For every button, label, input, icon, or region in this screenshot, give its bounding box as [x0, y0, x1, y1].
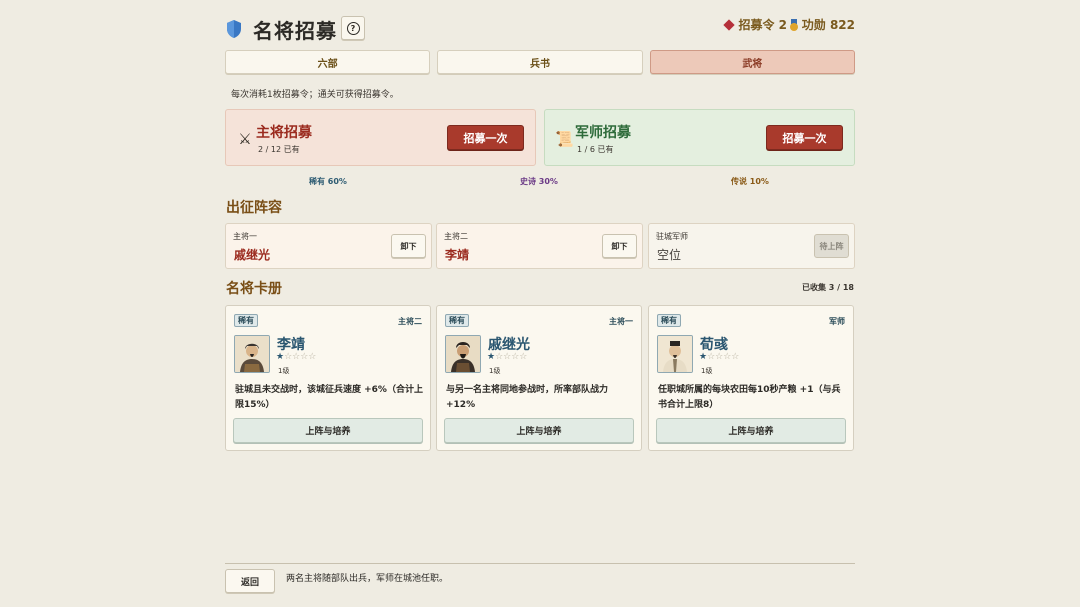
lineup-slot-advisor[interactable]: 驻城军师 空位 待上阵 — [648, 223, 855, 269]
recruit-note: 每次消耗1枚招募令；通关可获得招募令。 — [231, 90, 399, 100]
page-title: 名将招募 — [253, 19, 337, 43]
medal-icon — [789, 18, 799, 31]
unequip-button[interactable]: 卸下 — [391, 234, 426, 258]
role-label: 主将一 — [609, 317, 633, 326]
advisor-recruit-count: 1 / 6 已有 — [577, 145, 614, 154]
deploy-train-button[interactable]: 上阵与培养 — [233, 418, 423, 443]
diamond-icon — [723, 18, 736, 31]
crossed-swords-icon: ⚔ — [238, 130, 252, 148]
rate-epic: 史诗 30% — [520, 177, 558, 186]
star-rating: ★☆☆☆☆ — [276, 352, 317, 362]
tab-bingshu[interactable]: 兵书 — [437, 50, 643, 74]
card-name: 荀彧 — [700, 337, 728, 353]
rarity-rates: 稀有 60% 史诗 30% 传说 10% — [225, 176, 855, 188]
deploy-train-button[interactable]: 上阵与培养 — [656, 418, 846, 443]
portrait-avatar — [657, 335, 693, 373]
rarity-badge: 稀有 — [657, 314, 681, 327]
advisor-card-xunyu[interactable]: 稀有 军师 荀彧 ★☆☆☆☆ 1级 任职城所属的每块农田每10秒产粮 +1（与兵… — [648, 305, 854, 451]
advisor-recruit-panel: 📜 军师招募 1 / 6 已有 招募一次 — [544, 109, 855, 166]
card-description: 任职城所属的每块农田每10秒产粮 +1（与兵书合计上限8） — [658, 385, 841, 410]
deploy-train-button[interactable]: 上阵与培养 — [444, 418, 634, 443]
collected-count: 已收集 3 / 18 — [802, 283, 854, 292]
merit-label: 功勋 822 — [801, 18, 855, 32]
rate-rare: 稀有 60% — [309, 177, 347, 186]
advisor-recruit-title: 军师招募 — [575, 125, 631, 141]
help-button[interactable]: ? — [341, 16, 365, 40]
category-tabs: 六部 兵书 武将 — [225, 50, 855, 74]
lineup-slot-general-2[interactable]: 主将二 李靖 卸下 — [436, 223, 643, 269]
general-recruit-title: 主将招募 — [256, 125, 312, 141]
role-label: 主将二 — [398, 317, 422, 326]
card-level: 1级 — [278, 367, 290, 375]
card-level: 1级 — [701, 367, 713, 375]
star-rating: ★☆☆☆☆ — [487, 352, 528, 362]
card-description: 驻城且未交战时，该城征兵速度 +6%（合计上限15%） — [235, 385, 423, 410]
general-card-lijing[interactable]: 稀有 主将二 李靖 ★☆☆☆☆ 1级 驻城且未交战时，该城征兵速度 +6%（合计… — [225, 305, 431, 451]
card-name: 李靖 — [277, 337, 305, 353]
general-card-qijiguang[interactable]: 稀有 主将一 戚继光 ★☆☆☆☆ 1级 与另一名主将同地参战时，所率部队战力 +… — [436, 305, 642, 451]
header: 名将招募 ? 招募令 2 功勋 822 — [225, 12, 855, 44]
recruit-token-counter: 招募令 2 — [723, 16, 787, 33]
tab-wujiang[interactable]: 武将 — [649, 50, 855, 74]
slot-name: 戚继光 — [234, 248, 271, 262]
card-name: 戚继光 — [488, 337, 530, 353]
portrait-avatar — [445, 335, 481, 373]
card-album-title: 名将卡册 — [226, 281, 282, 297]
question-icon: ? — [346, 21, 360, 35]
unequip-button[interactable]: 卸下 — [602, 234, 637, 258]
slot-label: 主将一 — [233, 232, 257, 241]
lineup-title: 出征阵容 — [226, 200, 282, 216]
back-button[interactable]: 返回 — [225, 569, 275, 593]
role-label: 军师 — [829, 317, 845, 326]
card-level: 1级 — [489, 367, 501, 375]
general-recruit-button[interactable]: 招募一次 — [447, 125, 524, 150]
portrait-avatar — [234, 335, 270, 373]
rarity-badge: 稀有 — [234, 314, 258, 327]
general-recruit-panel: ⚔ 主将招募 2 / 12 已有 招募一次 — [225, 109, 536, 166]
footer-note: 两名主将随部队出兵，军师在城池任职。 — [286, 574, 449, 584]
recruit-token-label: 招募令 2 — [738, 18, 787, 32]
slot-label: 驻城军师 — [656, 232, 688, 241]
shield-icon — [227, 20, 241, 38]
advisor-recruit-button[interactable]: 招募一次 — [766, 125, 843, 150]
rate-legendary: 传说 10% — [731, 177, 769, 186]
card-description: 与另一名主将同地参战时，所率部队战力 +12% — [446, 385, 609, 410]
lineup-slot-general-1[interactable]: 主将一 戚继光 卸下 — [225, 223, 432, 269]
general-recruit-count: 2 / 12 已有 — [258, 145, 300, 154]
scroll-icon: 📜 — [555, 130, 574, 148]
slot-label: 主将二 — [444, 232, 468, 241]
footer-divider — [225, 563, 855, 564]
pending-button: 待上阵 — [814, 234, 849, 258]
slot-name: 李靖 — [445, 248, 470, 262]
merit-counter: 功勋 822 — [789, 16, 855, 33]
rarity-badge: 稀有 — [445, 314, 469, 327]
slot-name: 空位 — [657, 248, 682, 262]
star-rating: ★☆☆☆☆ — [699, 352, 740, 362]
tab-liubu[interactable]: 六部 — [225, 50, 431, 74]
